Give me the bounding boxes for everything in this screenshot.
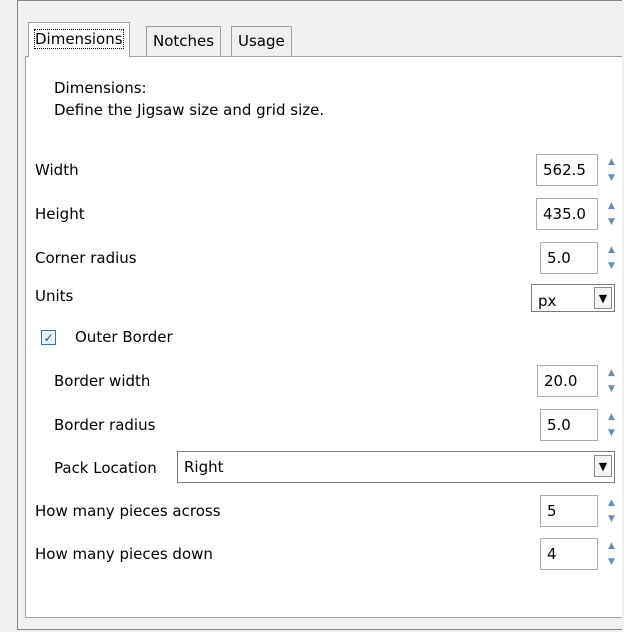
border-width-input[interactable]: 20.0 [537,365,598,397]
description: Dimensions: Define the Jigsaw size and g… [54,77,324,121]
corner-radius-spinner[interactable]: ▲ ▼ [604,242,619,274]
spin-up-icon[interactable]: ▲ [604,198,619,214]
spin-up-icon[interactable]: ▲ [604,495,619,511]
pieces-across-input[interactable]: 5 [540,495,598,527]
spin-up-icon[interactable]: ▲ [604,154,619,170]
spin-down-icon[interactable]: ▼ [604,214,619,230]
pieces-down-label: How many pieces down [35,545,213,563]
border-width-label: Border width [54,372,151,390]
outer-border-checkbox[interactable]: ✓ [41,330,56,345]
spin-up-icon[interactable]: ▲ [604,242,619,258]
spin-down-icon[interactable]: ▼ [604,381,619,397]
spin-down-icon[interactable]: ▼ [604,170,619,186]
pieces-down-input[interactable]: 4 [540,538,598,570]
spin-down-icon[interactable]: ▼ [604,258,619,274]
height-input[interactable]: 435.0 [536,198,598,230]
tab-dimensions[interactable]: Dimensions [28,22,130,57]
spin-down-icon[interactable]: ▼ [604,554,619,570]
width-spinner[interactable]: ▲ ▼ [604,154,619,186]
spin-up-icon[interactable]: ▲ [604,365,619,381]
corner-radius-input[interactable]: 5.0 [540,242,598,274]
outer-border-label[interactable]: Outer Border [75,327,173,347]
chevron-down-icon[interactable]: ▼ [594,287,612,309]
tab-notches[interactable]: Notches [146,26,222,56]
description-heading: Dimensions: [54,79,147,97]
spin-down-icon[interactable]: ▼ [604,511,619,527]
corner-radius-label: Corner radius [35,249,137,267]
description-text: Define the Jigsaw size and grid size. [54,101,325,119]
border-radius-label: Border radius [54,416,156,434]
pack-location-label: Pack Location [54,459,157,477]
pieces-down-spinner[interactable]: ▲ ▼ [604,538,619,570]
height-label: Height [35,205,85,223]
spin-up-icon[interactable]: ▲ [604,538,619,554]
spin-up-icon[interactable]: ▲ [604,409,619,425]
tab-usage[interactable]: Usage [231,26,292,56]
pack-location-select[interactable]: Right ▼ [177,451,615,483]
width-input[interactable]: 562.5 [536,154,598,186]
width-label: Width [35,161,79,179]
border-radius-input[interactable]: 5.0 [540,409,598,441]
units-select[interactable]: px ▼ [531,284,615,312]
height-spinner[interactable]: ▲ ▼ [604,198,619,230]
chevron-down-icon[interactable]: ▼ [594,455,612,477]
border-width-spinner[interactable]: ▲ ▼ [604,365,619,397]
pieces-across-label: How many pieces across [35,502,221,520]
units-label: Units [35,287,74,305]
spin-down-icon[interactable]: ▼ [604,425,619,441]
pieces-across-spinner[interactable]: ▲ ▼ [604,495,619,527]
border-radius-spinner[interactable]: ▲ ▼ [604,409,619,441]
